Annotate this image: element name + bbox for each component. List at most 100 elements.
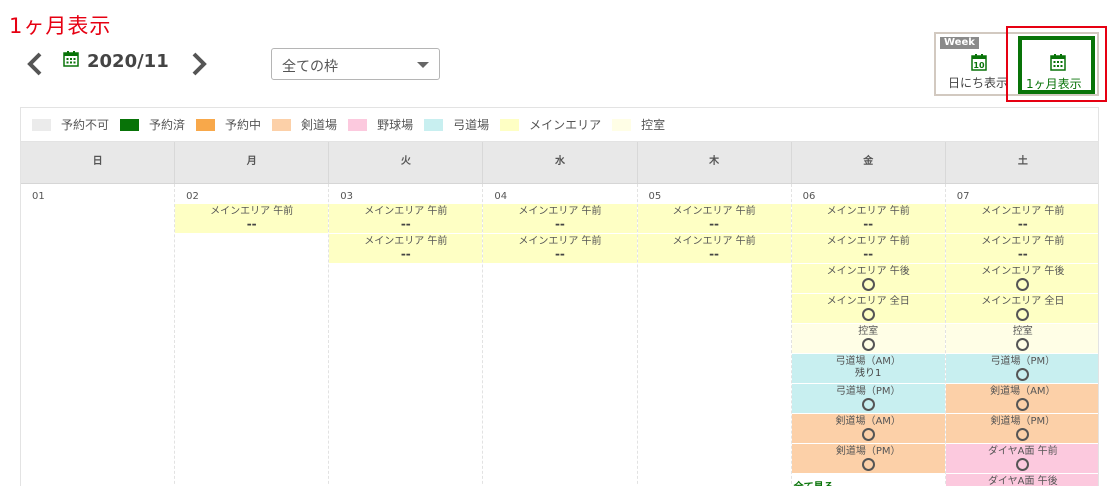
slot-status: --	[554, 247, 565, 261]
legend-label: 予約不可	[61, 118, 110, 132]
available-icon	[792, 337, 945, 354]
reservation-slot[interactable]: 剣道場（PM）	[945, 414, 1098, 444]
reservation-slot[interactable]: メインエリア 午前 --	[329, 204, 483, 234]
week-view-button[interactable]: Week 10 日にち表示	[938, 36, 1012, 92]
reservation-slot[interactable]: メインエリア 午前 --	[483, 234, 637, 264]
day-number: 07	[956, 191, 970, 202]
slot-status: --	[246, 217, 257, 231]
reservation-slot[interactable]: メインエリア 午前 --	[791, 204, 945, 234]
reservation-slot[interactable]: 控室	[945, 324, 1098, 354]
reservation-slot[interactable]: 弓道場（PM）	[791, 384, 945, 414]
reservation-slot[interactable]: メインエリア 午前 --	[483, 204, 637, 234]
legend-item: 剣道場	[272, 116, 337, 133]
slot-name: 剣道場（PM）	[835, 446, 901, 457]
frame-filter-value: 全ての枠	[282, 59, 338, 75]
reservation-slot[interactable]: メインエリア 午後	[945, 264, 1098, 294]
slot-name: メインエリア 午前	[210, 206, 294, 217]
chevron-left-icon	[27, 52, 42, 76]
weekday-header: 日月火水木金 土	[21, 142, 1098, 184]
next-month-button[interactable]	[186, 52, 210, 76]
legend-item: 控室	[612, 116, 665, 133]
day-number: 06	[802, 191, 816, 202]
reservation-slot[interactable]: 剣道場（PM）	[791, 444, 945, 474]
day-number: 01	[32, 191, 45, 202]
slot-name: メインエリア 午前	[981, 206, 1065, 217]
reservation-slot[interactable]: メインエリア 午前 --	[329, 234, 483, 264]
legend-swatch	[612, 118, 632, 131]
slot-status: --	[554, 217, 565, 231]
reservation-slot[interactable]: メインエリア 午前 --	[637, 234, 791, 264]
caret-down-icon	[417, 62, 429, 68]
slot-name: メインエリア 午前	[672, 236, 756, 247]
page-title: 1ヶ月表示	[9, 14, 112, 38]
chevron-right-icon	[192, 52, 207, 76]
reservation-slot[interactable]: 弓道場（AM） 残り1	[791, 354, 945, 384]
available-icon	[792, 277, 945, 294]
slot-status: --	[1017, 247, 1028, 261]
slot-status: 残り1	[855, 368, 882, 379]
slot-name: メインエリア 午前	[518, 206, 602, 217]
calendar-icon	[63, 51, 79, 67]
slot-name: メインエリア 午前	[364, 206, 448, 217]
calendar-month-icon	[1050, 54, 1066, 71]
calendar-day-icon: 10	[971, 54, 987, 71]
reservation-slot[interactable]: メインエリア 午前 --	[945, 234, 1098, 264]
legend-label: 剣道場	[301, 118, 338, 132]
reservation-slot[interactable]: 控室	[791, 324, 945, 354]
weekday-label: 日	[21, 142, 176, 183]
frame-filter-select[interactable]: 全ての枠	[271, 48, 440, 80]
reservation-slot[interactable]: メインエリア 午後	[791, 264, 945, 294]
reservation-slot[interactable]: ダイヤA面 午後	[945, 474, 1098, 486]
slot-name: 弓道場（PM）	[835, 386, 901, 397]
reservation-slot[interactable]: メインエリア 午前 --	[945, 204, 1098, 234]
slot-status: --	[400, 247, 411, 261]
reservation-slot[interactable]: 剣道場（AM）	[791, 414, 945, 444]
slot-name: メインエリア 午前	[518, 236, 602, 247]
slot-name: メインエリア 全日	[826, 296, 910, 307]
available-icon	[792, 397, 945, 414]
legend-label: 弓道場	[453, 118, 490, 132]
slot-name: メインエリア 午前	[672, 206, 756, 217]
legend-item: 野球場	[348, 116, 413, 133]
available-icon	[792, 427, 945, 444]
slot-name: 剣道場（AM）	[835, 416, 901, 427]
slot-name: 弓道場（PM）	[990, 356, 1056, 367]
reservation-slot[interactable]: 弓道場（PM）	[945, 354, 1098, 384]
reservation-slot[interactable]: メインエリア 午前 --	[637, 204, 791, 234]
slot-name: メインエリア 午前	[364, 236, 448, 247]
available-icon	[946, 307, 1098, 324]
prev-month-button[interactable]	[24, 52, 48, 76]
week-view-label: 日にち表示	[948, 76, 1009, 90]
reservation-slot[interactable]: メインエリア 午前 --	[791, 234, 945, 264]
slot-name: メインエリア 午後	[981, 266, 1065, 277]
day-number: 02	[186, 191, 199, 202]
slot-name: 控室	[858, 326, 879, 337]
reservation-slot[interactable]: メインエリア 全日	[945, 294, 1098, 324]
available-icon	[946, 277, 1098, 294]
available-icon	[792, 457, 945, 474]
reservation-slot[interactable]: メインエリア 午前 --	[175, 204, 329, 234]
available-icon	[792, 307, 945, 324]
day-cell: 04 メインエリア 午前 -- メインエリア 午前 --	[483, 184, 638, 486]
weekday-label: 月	[175, 142, 330, 183]
available-icon	[946, 457, 1098, 474]
available-icon	[946, 427, 1098, 444]
week-tag: Week	[940, 37, 979, 49]
slot-name: メインエリア 午後	[826, 266, 910, 277]
slot-status: --	[709, 247, 720, 261]
legend-swatch	[424, 118, 444, 131]
reservation-slot[interactable]: メインエリア 全日	[791, 294, 945, 324]
reservation-slot[interactable]: ダイヤA面 午前	[945, 444, 1098, 474]
see-all-link[interactable]: 全て見る	[792, 474, 945, 486]
legend-label: メインエリア	[529, 118, 602, 132]
legend-swatch	[196, 118, 216, 131]
slot-status: --	[400, 217, 411, 231]
legend-label: 野球場	[377, 118, 414, 132]
day-cell: 06 メインエリア 午前 -- メインエリア 午前 -- メインエリア 午後 メインエリア …	[791, 184, 946, 486]
slot-name: ダイヤA面 午後	[987, 476, 1058, 486]
legend-label: 予約中	[225, 118, 262, 132]
month-view-button[interactable]: 1ヶ月表示	[1018, 36, 1095, 94]
weekday-label: 火	[329, 142, 484, 183]
weekday-label: 木	[638, 142, 792, 183]
reservation-slot[interactable]: 剣道場（AM）	[945, 384, 1098, 414]
